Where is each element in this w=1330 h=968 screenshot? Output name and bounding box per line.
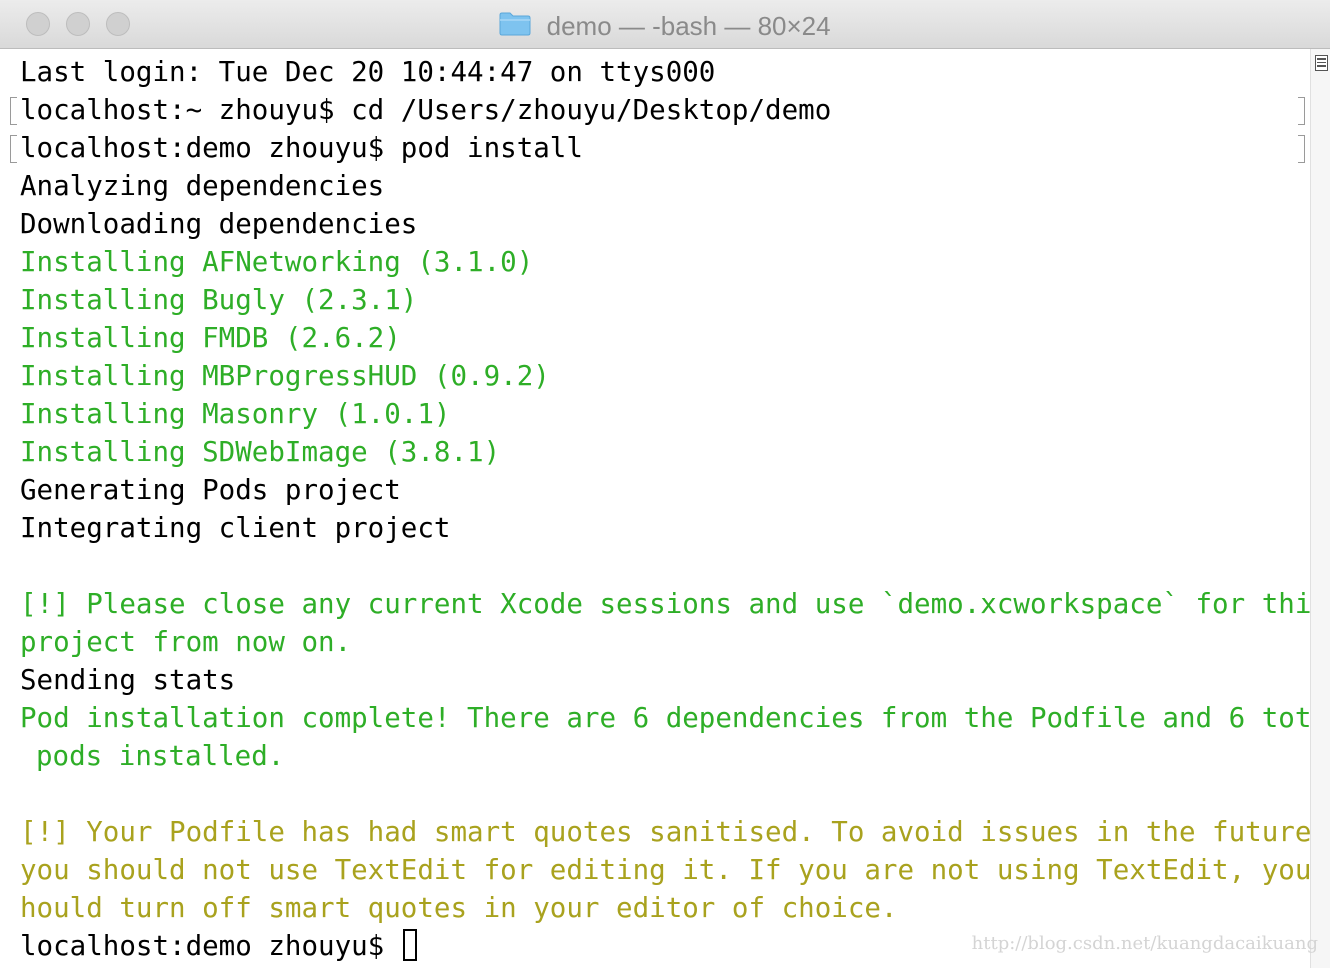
- terminal-line-warning: you should not use TextEdit for editing …: [20, 854, 1330, 886]
- line-mark-left: [10, 97, 17, 125]
- line-mark-right: [1298, 135, 1305, 163]
- terminal-line-success: Installing FMDB (2.6.2): [20, 322, 401, 354]
- terminal-line-success: Installing Bugly (2.3.1): [20, 284, 418, 316]
- terminal-line: localhost:demo zhouyu$ pod install: [20, 132, 583, 164]
- line-mark-left: [10, 135, 17, 163]
- terminal-line: localhost:~ zhouyu$ cd /Users/zhouyu/Des…: [20, 94, 832, 126]
- terminal-prompt-line[interactable]: localhost:demo zhouyu$: [20, 927, 417, 965]
- window-title: demo — -bash — 80×24: [546, 11, 831, 42]
- terminal-line: Sending stats: [20, 664, 236, 696]
- scrollbar[interactable]: [1310, 49, 1330, 968]
- title-bar[interactable]: demo — -bash — 80×24: [0, 0, 1330, 49]
- terminal-line-success: pods installed.: [36, 740, 285, 772]
- terminal-line: Analyzing dependencies: [20, 170, 385, 202]
- terminal-line-success: [!] Please close any current Xcode sessi…: [20, 588, 1328, 620]
- terminal-line-success: Installing AFNetworking (3.1.0): [20, 246, 534, 278]
- terminal-line-success: project from now on.: [20, 626, 352, 658]
- terminal-line-success: Installing MBProgressHUD (0.9.2): [20, 360, 550, 392]
- terminal-window: demo — -bash — 80×24 Last login: Tue Dec…: [0, 0, 1330, 968]
- prompt-text: localhost:demo zhouyu$: [20, 930, 401, 962]
- terminal-line-warning: hould turn off smart quotes in your edit…: [20, 892, 898, 924]
- terminal-line: Integrating client project: [20, 512, 451, 544]
- terminal-line-success: Installing SDWebImage (3.8.1): [20, 436, 501, 468]
- window-title-group: demo — -bash — 80×24: [0, 8, 1330, 42]
- terminal-line: Generating Pods project: [20, 474, 401, 506]
- line-mark-right: [1298, 97, 1305, 125]
- terminal-line-success: Pod installation complete! There are 6 d…: [20, 702, 1330, 734]
- text-cursor: [402, 929, 417, 961]
- terminal-line: Last login: Tue Dec 20 10:44:47 on ttys0…: [20, 56, 716, 88]
- scroll-handle-icon[interactable]: [1315, 55, 1328, 71]
- terminal-output[interactable]: Last login: Tue Dec 20 10:44:47 on ttys0…: [0, 49, 1330, 968]
- terminal-line-success: Installing Masonry (1.0.1): [20, 398, 451, 430]
- terminal-line-warning: [!] Your Podfile has had smart quotes sa…: [20, 816, 1328, 848]
- terminal-line: Downloading dependencies: [20, 208, 418, 240]
- folder-icon: [499, 12, 531, 36]
- watermark: http://blog.csdn.net/kuangdacaikuang: [971, 933, 1318, 954]
